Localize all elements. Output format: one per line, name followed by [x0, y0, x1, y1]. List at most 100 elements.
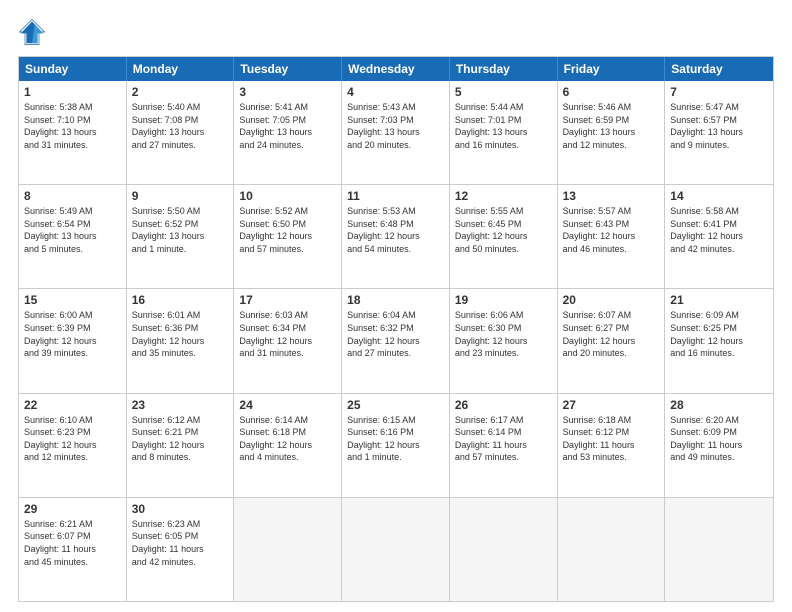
day-number: 16: [132, 293, 229, 307]
cell-line-2: Daylight: 12 hours: [24, 439, 121, 452]
cell-line-2: Daylight: 13 hours: [455, 126, 552, 139]
calendar-cell-23: 23Sunrise: 6:12 AMSunset: 6:21 PMDayligh…: [127, 394, 235, 497]
day-number: 18: [347, 293, 444, 307]
calendar-cell-29: 29Sunrise: 6:21 AMSunset: 6:07 PMDayligh…: [19, 498, 127, 601]
cell-line-2: Daylight: 11 hours: [24, 543, 121, 556]
calendar-cell-14: 14Sunrise: 5:58 AMSunset: 6:41 PMDayligh…: [665, 185, 773, 288]
cell-line-1: Sunset: 7:05 PM: [239, 114, 336, 127]
cell-line-1: Sunset: 6:52 PM: [132, 218, 229, 231]
day-number: 13: [563, 189, 660, 203]
logo-icon: [18, 18, 46, 46]
calendar-cell-1: 1Sunrise: 5:38 AMSunset: 7:10 PMDaylight…: [19, 81, 127, 184]
cell-line-0: Sunrise: 5:55 AM: [455, 205, 552, 218]
calendar-cell-6: 6Sunrise: 5:46 AMSunset: 6:59 PMDaylight…: [558, 81, 666, 184]
cell-line-3: and 31 minutes.: [24, 139, 121, 152]
cell-line-2: Daylight: 12 hours: [455, 335, 552, 348]
day-number: 7: [670, 85, 768, 99]
cell-line-1: Sunset: 6:48 PM: [347, 218, 444, 231]
cell-line-3: and 1 minute.: [132, 243, 229, 256]
cell-line-2: Daylight: 11 hours: [563, 439, 660, 452]
cell-line-1: Sunset: 6:36 PM: [132, 322, 229, 335]
cell-line-0: Sunrise: 5:40 AM: [132, 101, 229, 114]
cell-line-0: Sunrise: 6:00 AM: [24, 309, 121, 322]
cell-line-3: and 27 minutes.: [132, 139, 229, 152]
calendar-cell-30: 30Sunrise: 6:23 AMSunset: 6:05 PMDayligh…: [127, 498, 235, 601]
cell-line-0: Sunrise: 6:15 AM: [347, 414, 444, 427]
cell-line-0: Sunrise: 5:50 AM: [132, 205, 229, 218]
cell-line-3: and 42 minutes.: [132, 556, 229, 569]
calendar-cell-15: 15Sunrise: 6:00 AMSunset: 6:39 PMDayligh…: [19, 289, 127, 392]
cell-line-1: Sunset: 7:10 PM: [24, 114, 121, 127]
calendar-row-2: 8Sunrise: 5:49 AMSunset: 6:54 PMDaylight…: [19, 184, 773, 288]
cell-line-1: Sunset: 6:54 PM: [24, 218, 121, 231]
cell-line-1: Sunset: 6:23 PM: [24, 426, 121, 439]
cell-line-2: Daylight: 11 hours: [132, 543, 229, 556]
cell-line-3: and 24 minutes.: [239, 139, 336, 152]
cell-line-3: and 57 minutes.: [239, 243, 336, 256]
header: [18, 18, 774, 46]
cell-line-1: Sunset: 6:27 PM: [563, 322, 660, 335]
calendar-cell-11: 11Sunrise: 5:53 AMSunset: 6:48 PMDayligh…: [342, 185, 450, 288]
cell-line-3: and 20 minutes.: [563, 347, 660, 360]
calendar-cell-24: 24Sunrise: 6:14 AMSunset: 6:18 PMDayligh…: [234, 394, 342, 497]
calendar-cell-9: 9 Sunrise: 5:50 AMSunset: 6:52 PMDaylight…: [127, 185, 235, 288]
day-number: 15: [24, 293, 121, 307]
day-number: 6: [563, 85, 660, 99]
day-number: 14: [670, 189, 768, 203]
cell-line-0: Sunrise: 5:57 AM: [563, 205, 660, 218]
cell-line-0: Sunrise: 6:07 AM: [563, 309, 660, 322]
cell-line-0: Sunrise: 6:10 AM: [24, 414, 121, 427]
cell-line-0: Sunrise: 5:47 AM: [670, 101, 768, 114]
cell-line-3: and 5 minutes.: [24, 243, 121, 256]
calendar-cell-19: 19Sunrise: 6:06 AMSunset: 6:30 PMDayligh…: [450, 289, 558, 392]
cell-line-1: Sunset: 6:05 PM: [132, 530, 229, 543]
header-day-saturday: Saturday: [665, 57, 773, 81]
cell-line-3: and 46 minutes.: [563, 243, 660, 256]
cell-line-2: Daylight: 13 hours: [239, 126, 336, 139]
cell-line-1: Sunset: 7:01 PM: [455, 114, 552, 127]
day-number: 28: [670, 398, 768, 412]
cell-line-2: Daylight: 11 hours: [670, 439, 768, 452]
cell-line-1: Sunset: 6:30 PM: [455, 322, 552, 335]
cell-line-0: Sunrise: 5:43 AM: [347, 101, 444, 114]
cell-line-3: and 54 minutes.: [347, 243, 444, 256]
cell-line-0: Sunrise: 6:23 AM: [132, 518, 229, 531]
day-number: 29: [24, 502, 121, 516]
cell-line-3: and 16 minutes.: [670, 347, 768, 360]
calendar-cell-2: 2Sunrise: 5:40 AMSunset: 7:08 PMDaylight…: [127, 81, 235, 184]
cell-line-2: Daylight: 13 hours: [670, 126, 768, 139]
calendar-cell-22: 22Sunrise: 6:10 AMSunset: 6:23 PMDayligh…: [19, 394, 127, 497]
calendar-row-1: 1Sunrise: 5:38 AMSunset: 7:10 PMDaylight…: [19, 81, 773, 184]
cell-line-3: and 39 minutes.: [24, 347, 121, 360]
calendar-row-5: 29Sunrise: 6:21 AMSunset: 6:07 PMDayligh…: [19, 497, 773, 601]
day-number: 2: [132, 85, 229, 99]
cell-line-1: Sunset: 6:16 PM: [347, 426, 444, 439]
cell-line-3: and 27 minutes.: [347, 347, 444, 360]
calendar-cell-13: 13Sunrise: 5:57 AMSunset: 6:43 PMDayligh…: [558, 185, 666, 288]
day-number: 9: [132, 189, 229, 203]
cell-line-2: Daylight: 12 hours: [132, 335, 229, 348]
day-number: 27: [563, 398, 660, 412]
cell-line-2: Daylight: 12 hours: [670, 335, 768, 348]
calendar-cell-empty: [234, 498, 342, 601]
logo: [18, 18, 50, 46]
calendar-cell-17: 17Sunrise: 6:03 AMSunset: 6:34 PMDayligh…: [234, 289, 342, 392]
cell-line-0: Sunrise: 6:20 AM: [670, 414, 768, 427]
cell-line-1: Sunset: 6:45 PM: [455, 218, 552, 231]
calendar-row-3: 15Sunrise: 6:00 AMSunset: 6:39 PMDayligh…: [19, 288, 773, 392]
day-number: 23: [132, 398, 229, 412]
cell-line-1: Sunset: 6:34 PM: [239, 322, 336, 335]
cell-line-2: Daylight: 12 hours: [347, 439, 444, 452]
calendar-cell-16: 16 Sunrise: 6:01 AMSunset: 6:36 PMDayligh…: [127, 289, 235, 392]
header-day-wednesday: Wednesday: [342, 57, 450, 81]
cell-line-0: Sunrise: 6:01 AM: [132, 309, 229, 322]
header-day-monday: Monday: [127, 57, 235, 81]
cell-line-2: Daylight: 12 hours: [239, 439, 336, 452]
cell-line-2: Daylight: 13 hours: [132, 230, 229, 243]
calendar: SundayMondayTuesdayWednesdayThursdayFrid…: [18, 56, 774, 602]
cell-line-3: and 20 minutes.: [347, 139, 444, 152]
cell-line-2: Daylight: 12 hours: [347, 335, 444, 348]
day-number: 25: [347, 398, 444, 412]
cell-line-0: Sunrise: 6:04 AM: [347, 309, 444, 322]
cell-line-2: Daylight: 12 hours: [563, 335, 660, 348]
